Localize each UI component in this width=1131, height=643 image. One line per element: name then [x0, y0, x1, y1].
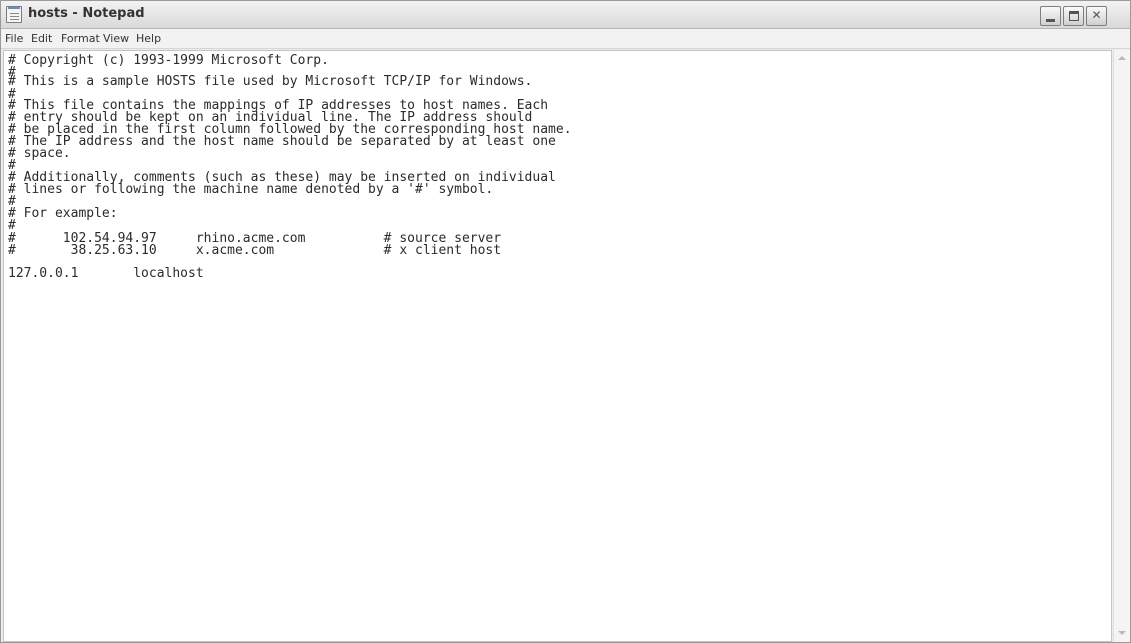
maximize-icon	[1069, 11, 1079, 21]
scroll-down-arrow-icon[interactable]	[1114, 625, 1130, 642]
menu-bar: File Edit Format View Help	[1, 29, 1130, 49]
text-line: # Copyright (c) 1993-1999 Microsoft Corp…	[8, 53, 329, 68]
maximize-button[interactable]	[1063, 6, 1084, 26]
minimize-button[interactable]	[1040, 6, 1061, 26]
text-line: # For example:	[8, 206, 118, 221]
text-line: # This is a sample HOSTS file used by Mi…	[8, 74, 533, 89]
vertical-scrollbar[interactable]	[1113, 50, 1130, 642]
close-button[interactable]: ✕	[1086, 6, 1107, 26]
notepad-window: hosts - Notepad ✕ File Edit Format View …	[0, 0, 1131, 643]
minimize-icon	[1046, 19, 1055, 22]
text-line: # lines or following the machine name de…	[8, 182, 494, 197]
menu-view[interactable]: View	[103, 32, 129, 45]
window-title: hosts - Notepad	[28, 6, 145, 21]
notepad-icon	[6, 6, 22, 23]
text-line: 127.0.0.1 localhost	[8, 266, 204, 281]
menu-edit[interactable]: Edit	[31, 32, 52, 45]
scroll-up-arrow-icon[interactable]	[1114, 50, 1130, 67]
text-line: # 38.25.63.10 x.acme.com # x client host	[8, 243, 502, 258]
text-editor[interactable]: # Copyright (c) 1993-1999 Microsoft Corp…	[3, 50, 1112, 642]
text-line: # space.	[8, 146, 71, 161]
menu-file[interactable]: File	[5, 32, 23, 45]
menu-help[interactable]: Help	[136, 32, 161, 45]
close-icon: ✕	[1091, 8, 1102, 22]
menu-format[interactable]: Format	[61, 32, 100, 45]
text-line: # The IP address and the host name shoul…	[8, 134, 556, 149]
title-bar[interactable]: hosts - Notepad ✕	[1, 1, 1130, 29]
